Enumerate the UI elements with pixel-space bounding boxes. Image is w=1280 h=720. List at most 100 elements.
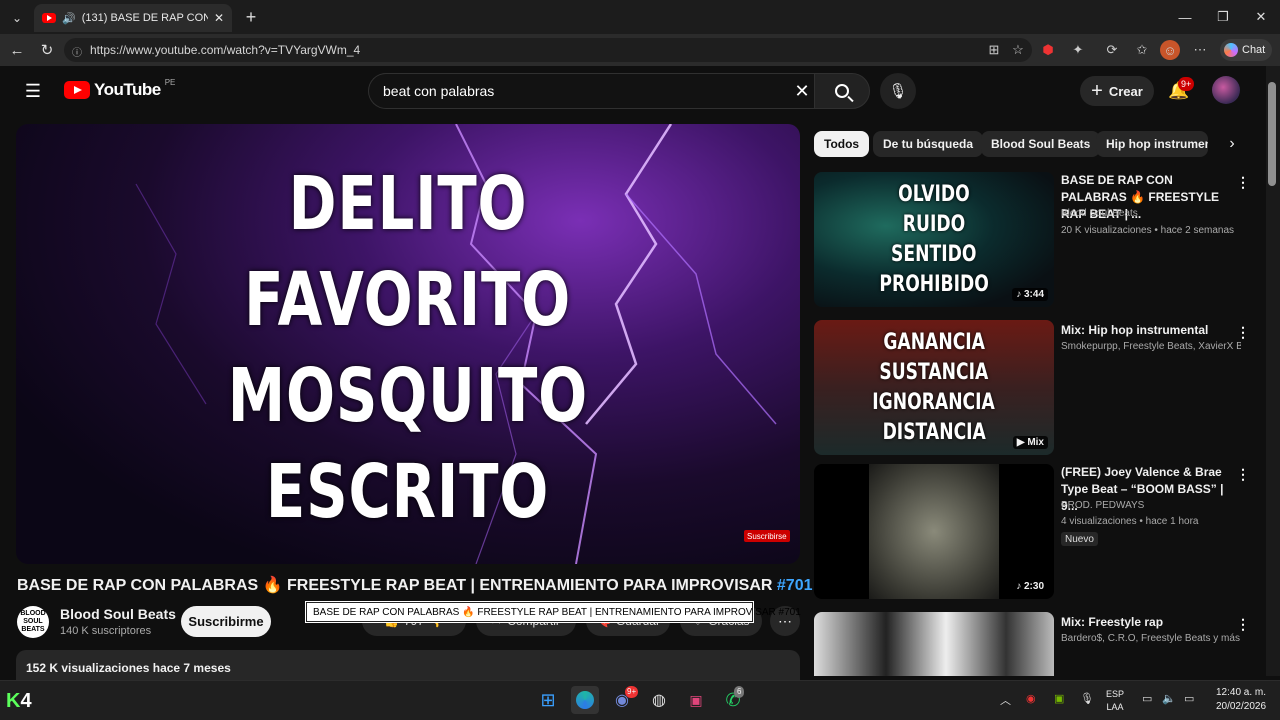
browser-toolbar: ← ↻ https://www.youtube.com/watch?v=TVYa… — [0, 34, 1280, 66]
hamburger-menu-icon[interactable]: ☰ — [22, 80, 44, 102]
clear-search-icon[interactable]: ✕ — [790, 80, 814, 102]
profile-avatar-icon[interactable]: ☺ — [1160, 40, 1180, 60]
youtube-header: ☰ YouTube PE beat con palabras ✕ 🎙 + Cre… — [0, 66, 1266, 116]
tab-actions-chevron-icon[interactable]: ⌄ — [6, 8, 28, 28]
rec-channel[interactable]: Blood Soul Beats — [1061, 208, 1241, 219]
nvidia-icon[interactable]: ▣ — [1054, 692, 1064, 705]
rec-menu-icon[interactable]: ⋮ — [1234, 465, 1252, 483]
subscribe-watermark[interactable]: Suscribirse — [744, 530, 790, 542]
youtube-logo-text: YouTube — [94, 80, 161, 99]
refresh-icon[interactable]: ↻ — [36, 39, 58, 61]
lyric-word: MOSQUITO — [227, 353, 589, 439]
site-info-icon[interactable]: ⓘ — [72, 44, 84, 59]
youtube-play-icon — [64, 81, 90, 99]
youtube-logo[interactable]: YouTube PE — [64, 78, 175, 100]
rec-channel[interactable]: PROD. PEDWAYS — [1061, 500, 1241, 511]
kick-logo-icon[interactable]: K4 — [6, 690, 32, 713]
clock-time: 12:40 a. m. — [1215, 687, 1267, 698]
scrollbar-thumb[interactable] — [1268, 82, 1276, 186]
voice-search-button[interactable]: 🎙 — [880, 73, 916, 109]
back-arrow-icon[interactable]: ← — [6, 39, 28, 61]
chip-blood-soul-beats[interactable]: Blood Soul Beats — [981, 131, 1101, 157]
new-tab-plus-icon[interactable]: + — [240, 6, 262, 28]
close-window-icon[interactable]: ✕ — [1248, 6, 1274, 28]
battery-icon[interactable]: ▭ — [1184, 692, 1194, 705]
channel-name[interactable]: Blood Soul Beats — [60, 606, 176, 622]
more-menu-icon[interactable]: ⋯ — [1190, 40, 1210, 60]
chip-hip-hop-instrumental[interactable]: Hip hop instrumental — [1096, 131, 1208, 157]
browser-tab[interactable]: 🔊 (131) BASE DE RAP CON PALABRAS ✕ — [34, 4, 232, 32]
maximize-icon[interactable]: ❐ — [1210, 6, 1236, 28]
lang-code: ESP — [1106, 689, 1125, 699]
rec-thumbnail[interactable]: ♪ 2:30 — [814, 464, 1054, 599]
create-button[interactable]: + Crear — [1080, 76, 1154, 106]
rec-menu-icon[interactable]: ⋮ — [1234, 323, 1252, 341]
speaker-icon[interactable]: 🔊 — [62, 12, 76, 25]
minimize-icon[interactable]: — — [1172, 6, 1198, 28]
edge-icon — [576, 691, 594, 709]
search-icon — [835, 84, 849, 98]
copilot-chat-button[interactable]: Chat — [1220, 39, 1272, 61]
windows-start-icon[interactable]: ⊞ — [534, 686, 562, 714]
create-label: Crear — [1108, 83, 1143, 99]
search-input[interactable]: beat con palabras — [368, 73, 814, 109]
collections-icon[interactable]: ⟳ — [1102, 40, 1122, 60]
favorites-list-icon[interactable]: ✩ — [1132, 40, 1152, 60]
copilot-icon — [1224, 43, 1238, 57]
rec-channel: Bardero$, C.R.O, Freestyle Beats y más — [1061, 633, 1240, 644]
microphone-tray-icon[interactable]: 🎙 — [1080, 692, 1094, 705]
subscriber-count: 140 K suscriptores — [60, 625, 152, 637]
rec-thumbnail[interactable]: OLVIDO RUIDO SENTIDO PROHIBIDO ♪ 3:44 — [814, 172, 1054, 307]
rec-title[interactable]: Mix: Hip hop instrumental — [1061, 322, 1229, 339]
rec-thumbnail[interactable] — [814, 612, 1054, 676]
chip-de-tu-busqueda[interactable]: De tu búsqueda — [873, 131, 984, 157]
obs-icon[interactable]: ◍ — [645, 686, 673, 714]
tray-app-icon[interactable]: ◉ — [1026, 692, 1036, 705]
title-tooltip: BASE DE RAP CON PALABRAS 🔥 FREESTYLE RAP… — [305, 601, 801, 623]
apps-icon[interactable]: ⊞ — [984, 40, 1004, 60]
lyric-word: DELITO — [288, 161, 528, 247]
duration-badge: ♪ 3:44 — [1012, 288, 1048, 301]
tray-chevron-icon[interactable]: ︿ — [1000, 692, 1011, 708]
thumb-word: OLVIDO — [898, 181, 970, 207]
tab-close-icon[interactable]: ✕ — [214, 11, 224, 25]
taskbar-clock[interactable]: 12:40 a. m. 20/02/2026 — [1206, 686, 1276, 714]
thumb-word: PROHIBIDO — [879, 271, 989, 297]
plus-icon: + — [1091, 79, 1103, 102]
youtube-favicon-icon — [42, 13, 56, 23]
rec-menu-icon[interactable]: ⋮ — [1234, 615, 1252, 633]
extensions-puzzle-icon[interactable]: ✦ — [1068, 40, 1088, 60]
video-title-hashtag[interactable]: #701 — [777, 577, 813, 594]
rec-title[interactable]: Mix: Freestyle rap — [1061, 614, 1229, 631]
mix-badge: ▶ Mix — [1012, 436, 1048, 449]
rec-menu-icon[interactable]: ⋮ — [1234, 173, 1252, 191]
network-icon[interactable]: ▭ — [1142, 692, 1152, 705]
account-avatar[interactable] — [1212, 76, 1240, 104]
rec-channel: Smokepurpp, Freestyle Beats, XavierX Be.… — [1061, 341, 1241, 352]
thumb-photo — [869, 464, 999, 599]
video-title-text: BASE DE RAP CON PALABRAS 🔥 FREESTYLE RAP… — [17, 577, 773, 594]
favorite-star-icon[interactable]: ☆ — [1008, 40, 1028, 60]
tab-title: (131) BASE DE RAP CON PALABRAS — [81, 12, 208, 24]
address-bar[interactable]: https://www.youtube.com/watch?v=TVYargVW… — [64, 38, 1032, 62]
app-icon[interactable]: ▣ — [682, 686, 710, 714]
subscribe-button[interactable]: Suscribirme — [181, 606, 271, 637]
channel-avatar[interactable]: BLOOD SOUL BEATS — [17, 606, 49, 638]
notification-badge: 9+ — [1178, 77, 1195, 91]
search-button[interactable] — [814, 73, 870, 109]
video-player[interactable]: DELITO FAVORITO MOSQUITO ESCRITO Suscrib… — [16, 124, 800, 564]
language-indicator[interactable]: ESP LAA — [1106, 688, 1124, 714]
extension-shield-icon[interactable]: ⬢ — [1038, 40, 1058, 60]
edge-browser-icon[interactable] — [571, 686, 599, 714]
keyboard-layout: LAA — [1106, 702, 1124, 712]
player-lyrics: DELITO FAVORITO MOSQUITO ESCRITO — [16, 156, 800, 540]
chip-todos[interactable]: Todos — [814, 131, 870, 157]
rec-thumbnail[interactable]: GANANCIA SUSTANCIA IGNORANCIA DISTANCIA … — [814, 320, 1054, 455]
thumb-word: IGNORANCIA — [872, 389, 996, 415]
chips-next-arrow-icon[interactable]: › — [1220, 131, 1244, 157]
lyric-word: ESCRITO — [266, 449, 550, 535]
volume-icon[interactable]: 🔈 — [1162, 692, 1176, 705]
thumb-word: GANANCIA — [883, 329, 985, 355]
microphone-icon: 🎙 — [888, 83, 908, 100]
thumb-word: SENTIDO — [891, 241, 977, 267]
